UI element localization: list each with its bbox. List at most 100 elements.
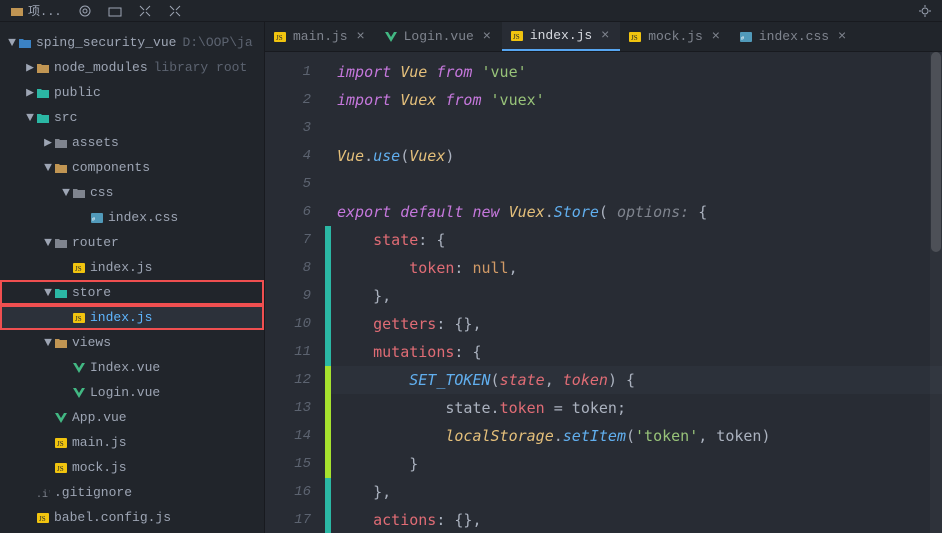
tree-node-views[interactable]: ▼views [0,330,264,355]
tree-node-public[interactable]: ▶public [0,80,264,105]
tree-node-label: node_modules [54,60,148,75]
svg-text:#: # [741,36,744,42]
tree-node-login-vue[interactable]: Login.vue [0,380,264,405]
line-number: 11 [271,338,311,366]
expand-icon[interactable] [162,0,188,21]
svg-text:JS: JS [631,34,638,42]
folder-teal-icon [54,286,68,300]
change-marker [325,338,331,366]
tree-expander[interactable]: ▼ [44,285,52,300]
js-icon: JS [628,30,642,44]
tree-node-label: main.js [72,435,127,450]
tree-expander[interactable]: ▼ [44,335,52,350]
code-text: SET_TOKEN(state, token) { [337,371,635,389]
code-line-15[interactable]: } [325,450,942,478]
change-marker [325,226,331,254]
code-line-9[interactable]: }, [325,282,942,310]
tree-node-label: .gitignore [54,485,132,500]
code-line-13[interactable]: state.token = token; [325,394,942,422]
code-area[interactable]: 123456789101112131415161718 import Vue f… [265,52,942,533]
tree-node-label: Login.vue [90,385,160,400]
code-lines[interactable]: import Vue from 'vue'import Vuex from 'v… [325,52,942,533]
folder-open-icon[interactable] [102,0,128,21]
tree-expander[interactable]: ▶ [26,85,34,100]
line-number: 1 [271,58,311,86]
folder-teal-icon [36,86,50,100]
code-line-14[interactable]: localStorage.setItem('token', token) [325,422,942,450]
tree-node-mock-js[interactable]: JSmock.js [0,455,264,480]
collapse-icon[interactable] [132,0,158,21]
js-icon: JS [510,29,524,43]
tree-node-app-vue[interactable]: App.vue [0,405,264,430]
top-toolbar: 项... [0,0,942,22]
code-line-16[interactable]: }, [325,478,942,506]
tree-node-index-vue[interactable]: Index.vue [0,355,264,380]
tree-node-router[interactable]: ▼router [0,230,264,255]
tree-node-index-js[interactable]: JSindex.js [0,255,264,280]
tab-login-vue[interactable]: Login.vue× [376,22,502,51]
tree-expander[interactable]: ▼ [62,185,70,200]
line-number: 2 [271,86,311,114]
tree-node-store[interactable]: ▼ store [0,280,264,305]
tree-node-sping-security-vue[interactable]: ▼sping_security_vueD:\OOP\ja [0,30,264,55]
code-line-12[interactable]: SET_TOKEN(state, token) { [325,366,942,394]
tree-node-label: src [54,110,77,125]
tree-expander[interactable]: ▼ [44,235,52,250]
tree-node--gitignore[interactable]: .i*.gitignore [0,480,264,505]
close-icon[interactable]: × [354,29,368,45]
code-line-11[interactable]: mutations: { [325,338,942,366]
tree-expander[interactable]: ▼ [44,160,52,175]
code-line-3[interactable] [325,114,942,142]
tree-expander[interactable]: ▼ [8,35,16,50]
tree-node-src[interactable]: ▼ src [0,105,264,130]
tree-node-node-modules[interactable]: ▶node_moduleslibrary root [0,55,264,80]
tree-expander[interactable]: ▼ [26,110,34,125]
code-line-2[interactable]: import Vuex from 'vuex' [325,86,942,114]
code-line-7[interactable]: state: { [325,226,942,254]
tree-node-assets[interactable]: ▶assets [0,130,264,155]
code-line-6[interactable]: export default new Vuex.Store( options: … [325,198,942,226]
tree-node-css[interactable]: ▼css [0,180,264,205]
tab-index-css[interactable]: #index.css× [731,22,857,51]
tree-expander[interactable]: ▶ [44,135,52,150]
close-icon[interactable]: × [598,28,612,44]
gear-icon[interactable] [912,0,938,21]
code-line-4[interactable]: Vue.use(Vuex) [325,142,942,170]
tree-node-components[interactable]: ▼components [0,155,264,180]
code-line-10[interactable]: getters: {}, [325,310,942,338]
code-line-1[interactable]: import Vue from 'vue' [325,58,942,86]
project-tree[interactable]: ▼sping_security_vueD:\OOP\ja ▶ node_module… [0,22,265,533]
line-number: 14 [271,422,311,450]
svg-text:#: # [92,217,95,223]
tab-label: main.js [293,29,348,44]
vertical-scrollbar[interactable] [930,52,942,533]
vertical-scrollbar-thumb[interactable] [931,52,941,252]
tree-node-babel-config-js[interactable]: JS babel.config.js [0,505,264,530]
tree-node-index-js[interactable]: JSindex.js [0,305,264,330]
target-icon[interactable] [72,0,98,21]
tab-index-js[interactable]: JSindex.js× [502,22,620,51]
tree-node-label: index.js [90,310,152,325]
line-number: 5 [271,170,311,198]
close-icon[interactable]: × [835,29,849,45]
close-icon[interactable]: × [709,29,723,45]
folder-teal-icon [36,111,50,125]
js-icon: JS [36,511,50,525]
tab-mock-js[interactable]: JSmock.js× [620,22,731,51]
project-toolwindow-button[interactable]: 项... [4,0,68,21]
tree-node-index-css[interactable]: #index.css [0,205,264,230]
tree-node-path: D:\OOP\ja [182,35,252,50]
tree-node-label: babel.config.js [54,510,171,525]
svg-text:JS: JS [39,515,46,523]
code-line-8[interactable]: token: null, [325,254,942,282]
close-icon[interactable]: × [480,29,494,45]
tab-main-js[interactable]: JSmain.js× [265,22,376,51]
code-line-17[interactable]: actions: {}, [325,506,942,533]
code-line-5[interactable] [325,170,942,198]
vue-icon [384,30,398,44]
tree-node-main-js[interactable]: JSmain.js [0,430,264,455]
code-text: } [337,455,418,473]
tree-node-label: store [72,285,111,300]
tree-expander[interactable]: ▶ [26,60,34,75]
code-text: localStorage.setItem('token', token) [337,427,771,445]
